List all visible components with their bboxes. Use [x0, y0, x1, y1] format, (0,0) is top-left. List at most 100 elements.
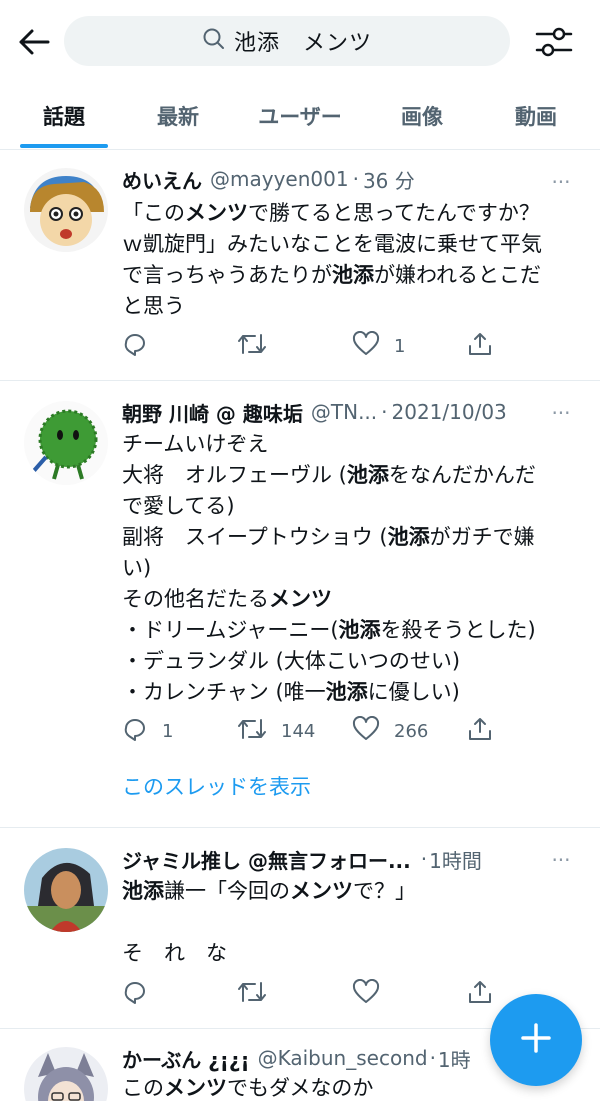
- text-line: 副将 スイープトウショウ (池添がガチで嫌: [122, 525, 535, 549]
- tab-users[interactable]: ユーザー: [236, 84, 364, 148]
- tweet-content: ジャミル推し @無言フォロー... · 1時間 池添謙一「今回のメンツで？」 そ…: [122, 844, 582, 969]
- sliders-icon[interactable]: [532, 22, 576, 62]
- tweet-actions: 1 144 266: [122, 713, 582, 749]
- tweet-text: チームいけぞえ 大将 オルフェーヴル (池添をなんだかんだ で愛してる) 副将 …: [122, 429, 582, 708]
- tweet-item[interactable]: めいえん @mayyen001 · 36 分 「このメンツで勝てると思ってたんで…: [0, 150, 600, 381]
- like-count: 266: [394, 720, 429, 742]
- reply-button[interactable]: [122, 331, 237, 362]
- reply-button[interactable]: 1: [122, 716, 237, 747]
- text-line: チームいけぞえ: [122, 432, 269, 456]
- tweet-content: 朝野 川崎 @ 趣味垢 @TN... · 2021/10/03 チームいけぞえ …: [122, 397, 582, 708]
- display-name[interactable]: ジャミル推し @無言フォロー...: [122, 845, 411, 874]
- search-tabs: 話題 最新 ユーザー 画像 動画: [0, 84, 600, 150]
- tab-label: 動画: [515, 105, 557, 129]
- tweet-text: 池添謙一「今回のメンツで？」 そ れ な: [122, 876, 582, 969]
- text-line: で愛してる): [122, 494, 235, 518]
- text-line: と思う: [122, 294, 185, 318]
- like-button[interactable]: 1: [352, 330, 467, 362]
- share-icon: [467, 716, 493, 747]
- show-thread-link[interactable]: このスレッドを表示: [122, 771, 311, 801]
- top-bar: 池添 メンツ: [0, 0, 600, 84]
- text-line: 大将 オルフェーヴル (池添をなんだかんだ: [122, 463, 536, 487]
- share-icon: [467, 979, 493, 1010]
- share-button[interactable]: [467, 716, 582, 747]
- retweet-icon: [237, 331, 267, 362]
- tweet-header: 朝野 川崎 @ 趣味垢 @TN... · 2021/10/03: [122, 397, 582, 427]
- display-name[interactable]: かーぶん ¿¡¿¡: [122, 1044, 250, 1073]
- retweet-button[interactable]: 144: [237, 716, 352, 747]
- tweet-header: ジャミル推し @無言フォロー... · 1時間: [122, 844, 582, 874]
- heart-icon: [352, 330, 380, 362]
- text-line: ・ドリームジャーニー(池添を殺そうとした): [122, 618, 536, 642]
- separator: ·: [429, 1046, 436, 1070]
- separator: ·: [420, 847, 428, 871]
- text-line: そ れ な: [122, 941, 227, 965]
- timestamp[interactable]: 2021/10/03: [392, 400, 507, 424]
- display-name[interactable]: めいえん: [122, 165, 202, 194]
- share-icon: [467, 331, 493, 362]
- tweet-item[interactable]: ジャミル推し @無言フォロー... · 1時間 池添謙一「今回のメンツで？」 そ…: [0, 828, 600, 1029]
- text-line: で言っちゃうあたりが池添が嫌われるとこだ: [122, 263, 541, 287]
- like-button[interactable]: [352, 978, 467, 1010]
- search-input[interactable]: 池添 メンツ: [64, 16, 510, 66]
- heart-icon: [352, 715, 380, 747]
- avatar[interactable]: [24, 401, 108, 485]
- text-line: ・デュランダル (大体こいつのせい): [122, 649, 461, 673]
- tab-label: 最新: [157, 105, 199, 129]
- tab-top[interactable]: 話題: [8, 84, 120, 148]
- avatar[interactable]: [24, 168, 108, 252]
- display-name[interactable]: 朝野 川崎 @ 趣味垢: [122, 398, 303, 427]
- tab-label: 画像: [401, 105, 443, 129]
- more-options-icon[interactable]: ···: [546, 170, 576, 194]
- text-line: ｗ凱旋門」みたいなことを電波に乗せて平気: [122, 232, 542, 256]
- tab-videos[interactable]: 動画: [480, 84, 592, 148]
- reply-icon: [122, 716, 148, 747]
- like-button[interactable]: 266: [352, 715, 467, 747]
- avatar[interactable]: [24, 848, 108, 932]
- text-line: ・カレンチャン (唯一池添に優しい): [122, 680, 460, 704]
- tweet-header: めいえん @mayyen001 · 36 分: [122, 164, 582, 194]
- tweet-text: 「このメンツで勝てると思ってたんですか？ ｗ凱旋門」みたいなことを電波に乗せて平…: [122, 198, 582, 322]
- tab-latest[interactable]: 最新: [122, 84, 234, 148]
- tweet-content: めいえん @mayyen001 · 36 分 「このメンツで勝てると思ってたんで…: [122, 164, 582, 322]
- share-button[interactable]: [467, 331, 582, 362]
- tab-images[interactable]: 画像: [366, 84, 478, 148]
- avatar[interactable]: [24, 1047, 108, 1101]
- plus-icon: [519, 1021, 553, 1059]
- timestamp[interactable]: 1時間: [429, 845, 482, 874]
- tab-label: ユーザー: [258, 105, 342, 129]
- search-icon: [202, 27, 226, 55]
- reply-count: 1: [162, 720, 174, 742]
- timestamp[interactable]: 36 分: [363, 165, 415, 194]
- compose-button[interactable]: [490, 994, 582, 1086]
- user-handle[interactable]: @Kaibun_second: [258, 1046, 428, 1070]
- retweet-icon: [237, 979, 267, 1010]
- active-tab-indicator: [20, 144, 108, 148]
- text-line: い): [122, 556, 152, 580]
- text-line: 池添謙一「今回のメンツで？」: [122, 879, 416, 903]
- separator: ·: [352, 167, 359, 191]
- heart-icon: [352, 978, 380, 1010]
- arrow-left-icon[interactable]: [14, 24, 54, 60]
- reply-icon: [122, 331, 148, 362]
- like-count: 1: [394, 335, 406, 357]
- more-options-icon[interactable]: ···: [546, 401, 576, 425]
- text-line: その他名だたるメンツ: [122, 587, 332, 611]
- tweet-item[interactable]: 朝野 川崎 @ 趣味垢 @TN... · 2021/10/03 チームいけぞえ …: [0, 381, 600, 828]
- user-handle[interactable]: @mayyen001: [210, 167, 349, 191]
- user-handle[interactable]: @TN...: [311, 400, 377, 424]
- separator: ·: [381, 400, 388, 424]
- reply-button[interactable]: [122, 979, 237, 1010]
- retweet-count: 144: [281, 720, 316, 742]
- tweet-actions: 1: [122, 328, 582, 364]
- timestamp[interactable]: 1時: [438, 1044, 471, 1073]
- text-line: [122, 907, 582, 938]
- retweet-button[interactable]: [237, 979, 352, 1010]
- search-query: 池添 メンツ: [233, 31, 372, 56]
- reply-icon: [122, 979, 148, 1010]
- tab-label: 話題: [43, 105, 85, 129]
- text-line: 「このメンツで勝てると思ってたんですか？: [122, 201, 540, 225]
- retweet-icon: [237, 716, 267, 747]
- more-options-icon[interactable]: ···: [546, 848, 576, 872]
- retweet-button[interactable]: [237, 331, 352, 362]
